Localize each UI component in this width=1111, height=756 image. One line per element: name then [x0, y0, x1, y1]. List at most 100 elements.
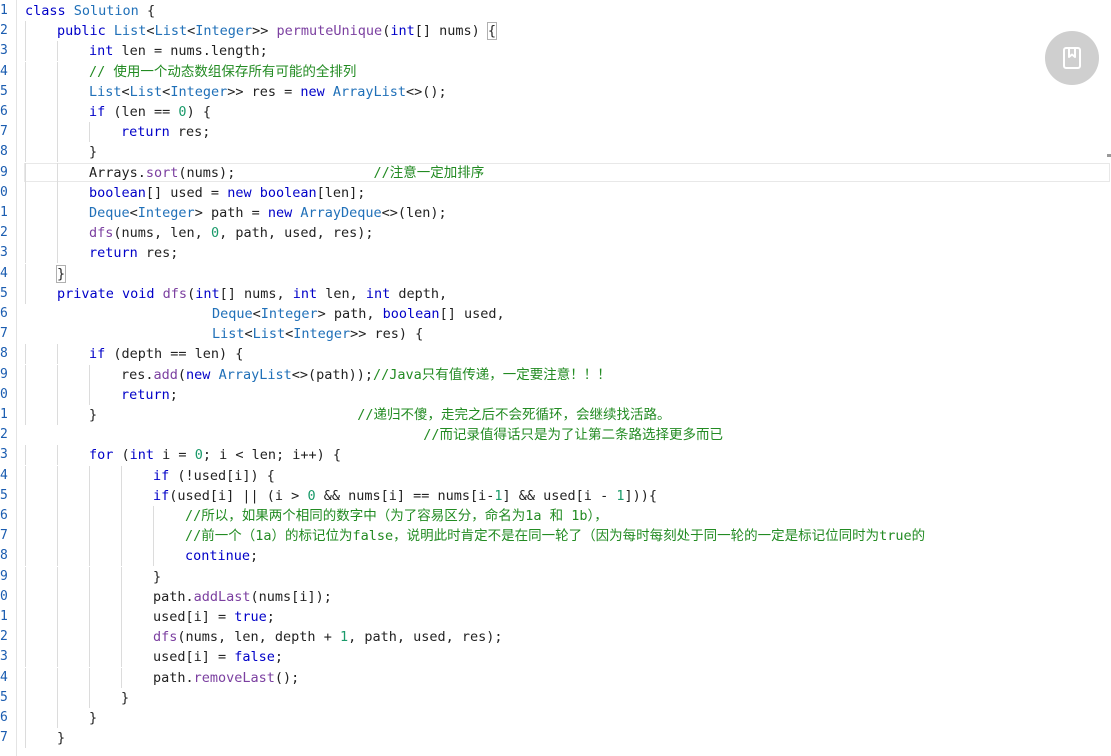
code-token: ) { [186, 104, 211, 120]
code-line[interactable]: used[i] = true; [0, 607, 1100, 627]
scrollbar-marker[interactable] [1107, 154, 1111, 157]
code-token: < [252, 306, 261, 322]
indent-guide [25, 607, 26, 627]
code-line[interactable]: if (depth == len) { [0, 344, 1100, 365]
indent-guide [57, 687, 58, 708]
code-token: [len]; [316, 184, 366, 201]
code-line[interactable]: used[i] = false; [0, 647, 1100, 668]
indent-guide [153, 506, 154, 526]
indent-guide [25, 728, 26, 749]
indent-guide [25, 546, 26, 567]
code-line[interactable]: if(used[i] || (i > 0 && nums[i] == nums[… [0, 485, 1100, 506]
code-token: } [55, 264, 67, 283]
code-line[interactable]: } //递归不傻，走完之后不会死循环，会继续找活路。 [0, 405, 1100, 425]
indent-guide [57, 61, 58, 82]
code-line[interactable]: } [0, 687, 1100, 708]
indent-guide [57, 627, 58, 648]
code-token: 1 [339, 629, 349, 646]
code-token: ( [177, 366, 187, 383]
code-line[interactable]: path.addLast(nums[i]); [0, 586, 1100, 607]
code-line[interactable]: } [0, 142, 1100, 163]
code-line[interactable]: dfs(nums, len, depth + 1, path, used, re… [0, 627, 1100, 648]
code-line[interactable]: } [0, 708, 1100, 728]
code-line[interactable]: //而记录值得话只是为了让第二条路选择更多而已 [0, 425, 1100, 445]
indent-guide [57, 243, 58, 264]
code-token: } [89, 407, 358, 423]
code-token: List [89, 83, 122, 100]
code-token: addLast [193, 588, 251, 605]
code-line[interactable]: List<List<Integer>> res) { [0, 324, 1100, 344]
code-token: if [153, 487, 170, 504]
code-line[interactable]: continue; [0, 546, 1100, 567]
indent-guide [57, 81, 58, 102]
code-token: used[i] = [153, 609, 235, 625]
code-token: < [129, 205, 138, 221]
code-token: Integer [293, 326, 351, 343]
code-token: Deque [89, 205, 130, 221]
indent-guide [89, 687, 90, 708]
code-token: List [211, 326, 245, 343]
code-token: Solution [73, 3, 147, 19]
code-line[interactable]: List<List<Integer>> res = new ArrayList<… [0, 81, 1100, 102]
code-token: int [292, 285, 326, 302]
code-line[interactable]: for (int i = 0; i < len; i++) { [0, 445, 1100, 466]
code-line[interactable]: if (!used[i]) { [0, 465, 1100, 486]
indent-guide [57, 708, 58, 728]
code-text: return; [121, 385, 178, 405]
indent-guide [25, 41, 26, 62]
code-line[interactable]: //所以，如果两个相同的数字中（为了容易区分，命名为1a 和 1b）， [0, 506, 1100, 526]
code-line[interactable]: return res; [0, 122, 1100, 143]
indent-guide [89, 627, 90, 648]
code-token: 1 [494, 487, 503, 504]
code-line[interactable]: boolean[] used = new boolean[len]; [0, 182, 1100, 203]
bookmark-button[interactable] [1045, 31, 1099, 85]
indent-guide [89, 485, 90, 506]
code-token: [] nums) [414, 23, 488, 40]
indent-guide [89, 667, 90, 688]
code-text: List<List<Integer>> res = new ArrayList<… [89, 82, 447, 102]
code-text: return res; [121, 122, 210, 142]
code-token: dfs [89, 225, 114, 242]
code-token: boolean [89, 184, 146, 201]
indent-guide [121, 647, 122, 668]
code-line[interactable]: } [0, 263, 1100, 284]
indent-guide [25, 647, 26, 668]
indent-guide [25, 182, 26, 203]
indent-guide [57, 465, 58, 486]
code-line[interactable]: Deque<Integer> path = new ArrayDeque<>(l… [0, 203, 1100, 223]
code-line[interactable]: dfs(nums, len, 0, path, used, res); [0, 223, 1100, 244]
indent-guide [57, 405, 58, 425]
indent-guide [89, 546, 90, 567]
code-line[interactable]: return; [0, 384, 1100, 405]
code-editor[interactable]: 1 class Solution {2 public List<List<Integ… [0, 0, 1111, 756]
code-text: return res; [89, 243, 178, 263]
code-line[interactable]: path.removeLast(); [0, 667, 1100, 688]
code-line[interactable]: //前一个（1a）的标记位为false，说明此时肯定不是在同一轮了（因为每时每刻… [0, 526, 1100, 547]
code-text: if (depth == len) { [89, 344, 243, 364]
code-token: return [121, 386, 170, 403]
indent-guide [57, 102, 58, 122]
code-line[interactable]: return res; [0, 243, 1100, 264]
code-line[interactable]: class Solution { [0, 1, 1100, 21]
code-token: depth, [398, 285, 448, 302]
indent-guide [25, 526, 26, 547]
code-line[interactable]: Deque<Integer> path, boolean[] used, [0, 304, 1100, 324]
indent-guide [25, 384, 26, 405]
code-token: ; [250, 548, 259, 565]
code-line[interactable]: if (len == 0) { [0, 102, 1100, 122]
indent-guide [89, 647, 90, 668]
code-line[interactable]: } [0, 728, 1100, 749]
code-token: } [121, 689, 130, 706]
code-line[interactable]: private void dfs(int[] nums, int len, in… [0, 283, 1100, 304]
code-token: List [129, 83, 163, 100]
code-line[interactable]: public List<List<Integer>> permuteUnique… [0, 21, 1100, 42]
code-line[interactable]: int len = nums.length; [0, 41, 1100, 62]
code-line[interactable]: } [0, 566, 1100, 587]
code-token: List [113, 23, 147, 40]
code-line[interactable]: // 使用一个动态数组保存所有可能的全排列 [0, 61, 1100, 82]
code-line[interactable]: res.add(new ArrayList<>(path));//Java只有值… [0, 364, 1100, 385]
indent-guide [121, 546, 122, 567]
code-token: < [121, 83, 130, 100]
code-line[interactable]: Arrays.sort(nums); //注意一定加排序 [0, 162, 1100, 183]
code-token: (depth == len) { [113, 346, 244, 363]
